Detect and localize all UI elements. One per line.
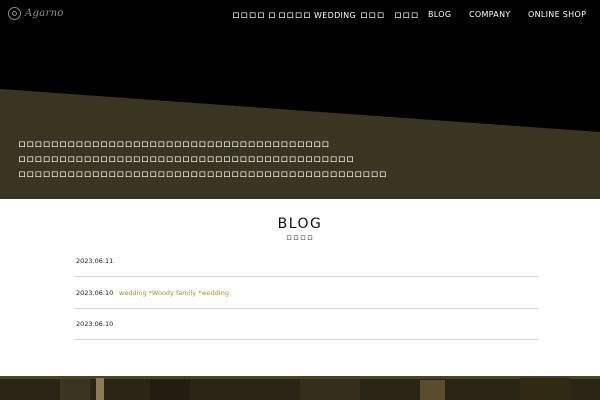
nav-item-company[interactable]: COMPANY (469, 10, 511, 19)
nav-item-blog[interactable]: BLOG (428, 10, 451, 19)
site-logo[interactable]: Agarno (8, 7, 64, 20)
hero-intro-text: ロロロロロロロロロロロロロロロロロロロロロロロロロロロロロロロロロロロロロロ ロ… (18, 137, 387, 182)
agarno-logo-mark-icon (8, 7, 21, 20)
post-date: 2023.06.11 (76, 257, 114, 265)
blog-post-row[interactable]: 2023.06.10 wedding *Woody family *weddin… (75, 278, 538, 309)
blog-section-title: BLOG (277, 216, 323, 232)
footer-photo-image (0, 376, 600, 400)
nav-item-wedding[interactable]: ロロロロ WEDDING (278, 10, 356, 21)
hero-section: Agarno ロロロロ ロ ロロロロ WEDDING ロロロ ロロロ BLOG … (0, 0, 600, 199)
nav-item-3[interactable]: ロロロ (360, 10, 385, 21)
hero-line-1: ロロロロロロロロロロロロロロロロロロロロロロロロロロロロロロロロロロロロロロ (18, 140, 330, 149)
blog-section-subtitle: ロロロロ (285, 235, 314, 242)
blog-post-row[interactable]: 2023.06.11 (75, 246, 538, 277)
blog-post-row[interactable]: 2023.06.10 (75, 309, 538, 340)
hero-line-2: ロロロロロロロロロロロロロロロロロロロロロロロロロロロロロロロロロロロロロロロロ… (18, 155, 355, 164)
nav-item-4[interactable]: ロロロ (394, 10, 419, 21)
hero-line-3: ロロロロロロロロロロロロロロロロロロロロロロロロロロロロロロロロロロロロロロロロ… (18, 170, 387, 179)
post-date: 2023.06.10 (76, 320, 114, 328)
nav-item-online-shop[interactable]: ONLINE SHOP (528, 10, 586, 19)
nav-item-1[interactable]: ロロロロ ロ (232, 10, 276, 21)
post-title[interactable]: wedding *Woody family *wedding (119, 289, 229, 297)
footer-photo-banner (0, 376, 600, 400)
top-navigation: Agarno ロロロロ ロ ロロロロ WEDDING ロロロ ロロロ BLOG … (0, 0, 600, 30)
post-date: 2023.06.10 (76, 289, 114, 297)
logo-text: Agarno (25, 8, 64, 19)
